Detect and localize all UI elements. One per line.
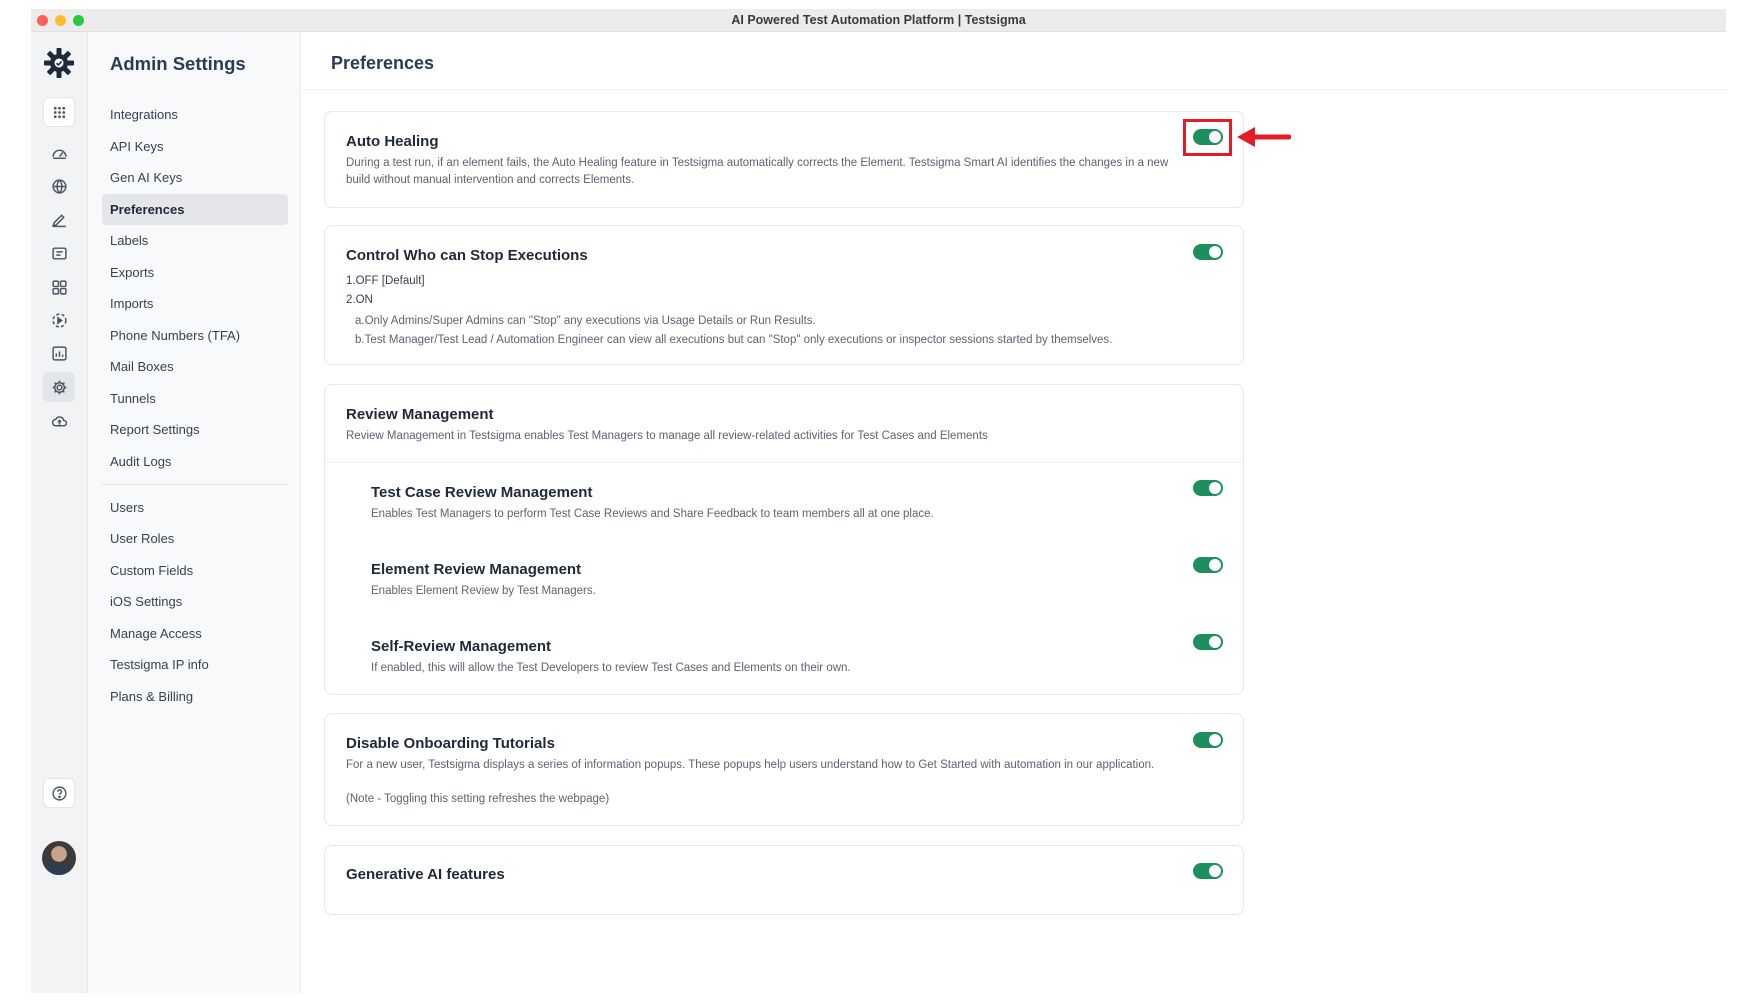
dashboard-button[interactable] [43, 138, 75, 168]
avatar[interactable] [42, 841, 76, 875]
review-management-card: Review Management Review Management in T… [324, 384, 1244, 695]
element-review-toggle[interactable] [1193, 557, 1223, 573]
toggle-knob [1209, 482, 1221, 494]
testsigma-logo-icon[interactable] [42, 46, 76, 80]
edit-icon [51, 213, 66, 227]
help-icon [51, 785, 67, 801]
settings-icon [52, 380, 66, 394]
review-management-title: Review Management [346, 406, 494, 423]
element-review-title: Element Review Management [371, 561, 582, 578]
highlight-box [1183, 119, 1232, 156]
review-management-description: Review Management in Testsigma enables T… [346, 430, 988, 442]
sidebar-item-users[interactable]: Users [102, 492, 288, 523]
grid-icon [53, 106, 65, 118]
toggle-knob [1209, 246, 1221, 258]
stop-executions-card: Control Who can Stop Executions 1.OFF [D… [324, 225, 1244, 365]
generative-ai-title: Generative AI features [346, 866, 505, 883]
stop-executions-rule-a: a.Only Admins/Super Admins can "Stop" an… [355, 315, 816, 327]
reports-icon [51, 345, 67, 361]
test-plans-button[interactable] [43, 238, 75, 268]
stop-executions-toggle[interactable] [1193, 244, 1223, 260]
apps-grid-button[interactable] [43, 97, 75, 127]
list-icon [51, 246, 67, 260]
sidebar-item-preferences[interactable]: Preferences [102, 194, 288, 225]
stop-executions-title: Control Who can Stop Executions [346, 247, 588, 264]
web-icon [51, 178, 67, 194]
sidebar-divider [102, 484, 288, 485]
sidebar-heading: Admin Settings [110, 53, 246, 74]
admin-settings-sidebar: Admin Settings Integrations API Keys Gen… [88, 32, 301, 993]
sidebar-item-plans-billing[interactable]: Plans & Billing [102, 681, 288, 712]
nav-rail [31, 32, 88, 993]
onboarding-tutorials-toggle[interactable] [1193, 732, 1223, 748]
red-arrow-icon [1237, 127, 1291, 147]
review-divider [325, 462, 1243, 463]
test-case-review-title: Test Case Review Management [371, 484, 593, 501]
app-window: AI Powered Test Automation Platform | Te… [31, 9, 1726, 993]
page-title: Preferences [331, 53, 435, 73]
sidebar-item-labels[interactable]: Labels [102, 225, 288, 256]
cloud-button[interactable] [43, 406, 75, 436]
sidebar-item-api-keys[interactable]: API Keys [102, 131, 288, 162]
main-content: Preferences Auto Healing During a test r… [301, 32, 1726, 993]
sidebar-item-exports[interactable]: Exports [102, 257, 288, 288]
reports-button[interactable] [43, 338, 75, 368]
sidebar-item-integrations[interactable]: Integrations [102, 99, 288, 130]
onboarding-tutorials-title: Disable Onboarding Tutorials [346, 735, 555, 752]
sidebar-item-testsigma-ip-info[interactable]: Testsigma IP info [102, 649, 288, 680]
sidebar-item-gen-ai-keys[interactable]: Gen AI Keys [102, 162, 288, 193]
stop-executions-option-on: 2.ON [346, 294, 373, 306]
onboarding-tutorials-card: Disable Onboarding Tutorials For a new u… [324, 713, 1244, 826]
help-button[interactable] [43, 778, 75, 808]
sidebar-item-custom-fields[interactable]: Custom Fields [102, 555, 288, 586]
onboarding-tutorials-note: (Note - Toggling this setting refreshes … [346, 793, 610, 805]
stop-executions-rule-b: b.Test Manager/Test Lead / Automation En… [355, 334, 1113, 346]
generative-ai-card: Generative AI features [324, 845, 1244, 915]
title-bar: AI Powered Test Automation Platform | Te… [31, 9, 1726, 32]
toggle-knob [1209, 559, 1221, 571]
stop-executions-option-off: 1.OFF [Default] [346, 275, 425, 287]
auto-healing-card: Auto Healing During a test run, if an el… [324, 111, 1291, 208]
web-button[interactable] [43, 171, 75, 201]
auto-healing-description-line-2: build without manual intervention and co… [346, 174, 635, 186]
test-case-review-toggle[interactable] [1193, 480, 1223, 496]
window-title: AI Powered Test Automation Platform | Te… [731, 13, 1026, 27]
sidebar-item-phone-numbers[interactable]: Phone Numbers (TFA) [102, 320, 288, 351]
self-review-toggle[interactable] [1193, 634, 1223, 650]
run-icon [51, 312, 67, 328]
sidebar-item-user-roles[interactable]: User Roles [102, 523, 288, 554]
onboarding-tutorials-description: For a new user, Testsigma displays a ser… [346, 759, 1155, 771]
runs-button[interactable] [43, 305, 75, 335]
self-review-title: Self-Review Management [371, 638, 552, 655]
settings-button[interactable] [43, 372, 75, 402]
auto-healing-description: During a test run, if an element fails, … [346, 155, 1168, 189]
generative-ai-toggle[interactable] [1193, 863, 1223, 879]
dashboard-icon [51, 149, 67, 159]
toggle-knob [1209, 734, 1221, 746]
toggle-knob [1209, 636, 1221, 648]
authoring-button[interactable] [43, 204, 75, 234]
header-divider [301, 89, 1726, 90]
toggle-knob [1209, 865, 1221, 877]
sidebar-item-ios-settings[interactable]: iOS Settings [102, 586, 288, 617]
cloud-upload-icon [51, 415, 67, 426]
apps-icon [51, 279, 67, 295]
sidebar-item-mail-boxes[interactable]: Mail Boxes [102, 351, 288, 382]
element-review-description: Enables Element Review by Test Managers. [371, 585, 596, 597]
sidebar-item-imports[interactable]: Imports [102, 288, 288, 319]
self-review-description: If enabled, this will allow the Test Dev… [371, 662, 851, 674]
sidebar-item-tunnels[interactable]: Tunnels [102, 383, 288, 414]
auto-healing-title: Auto Healing [346, 133, 439, 150]
auto-healing-description-line-1: During a test run, if an element fails, … [346, 157, 1169, 169]
test-case-review-description: Enables Test Managers to perform Test Ca… [371, 508, 934, 520]
sidebar-item-audit-logs[interactable]: Audit Logs [102, 446, 288, 477]
sidebar-item-manage-access[interactable]: Manage Access [102, 618, 288, 649]
modules-button[interactable] [43, 272, 75, 302]
sidebar-item-report-settings[interactable]: Report Settings [102, 414, 288, 445]
